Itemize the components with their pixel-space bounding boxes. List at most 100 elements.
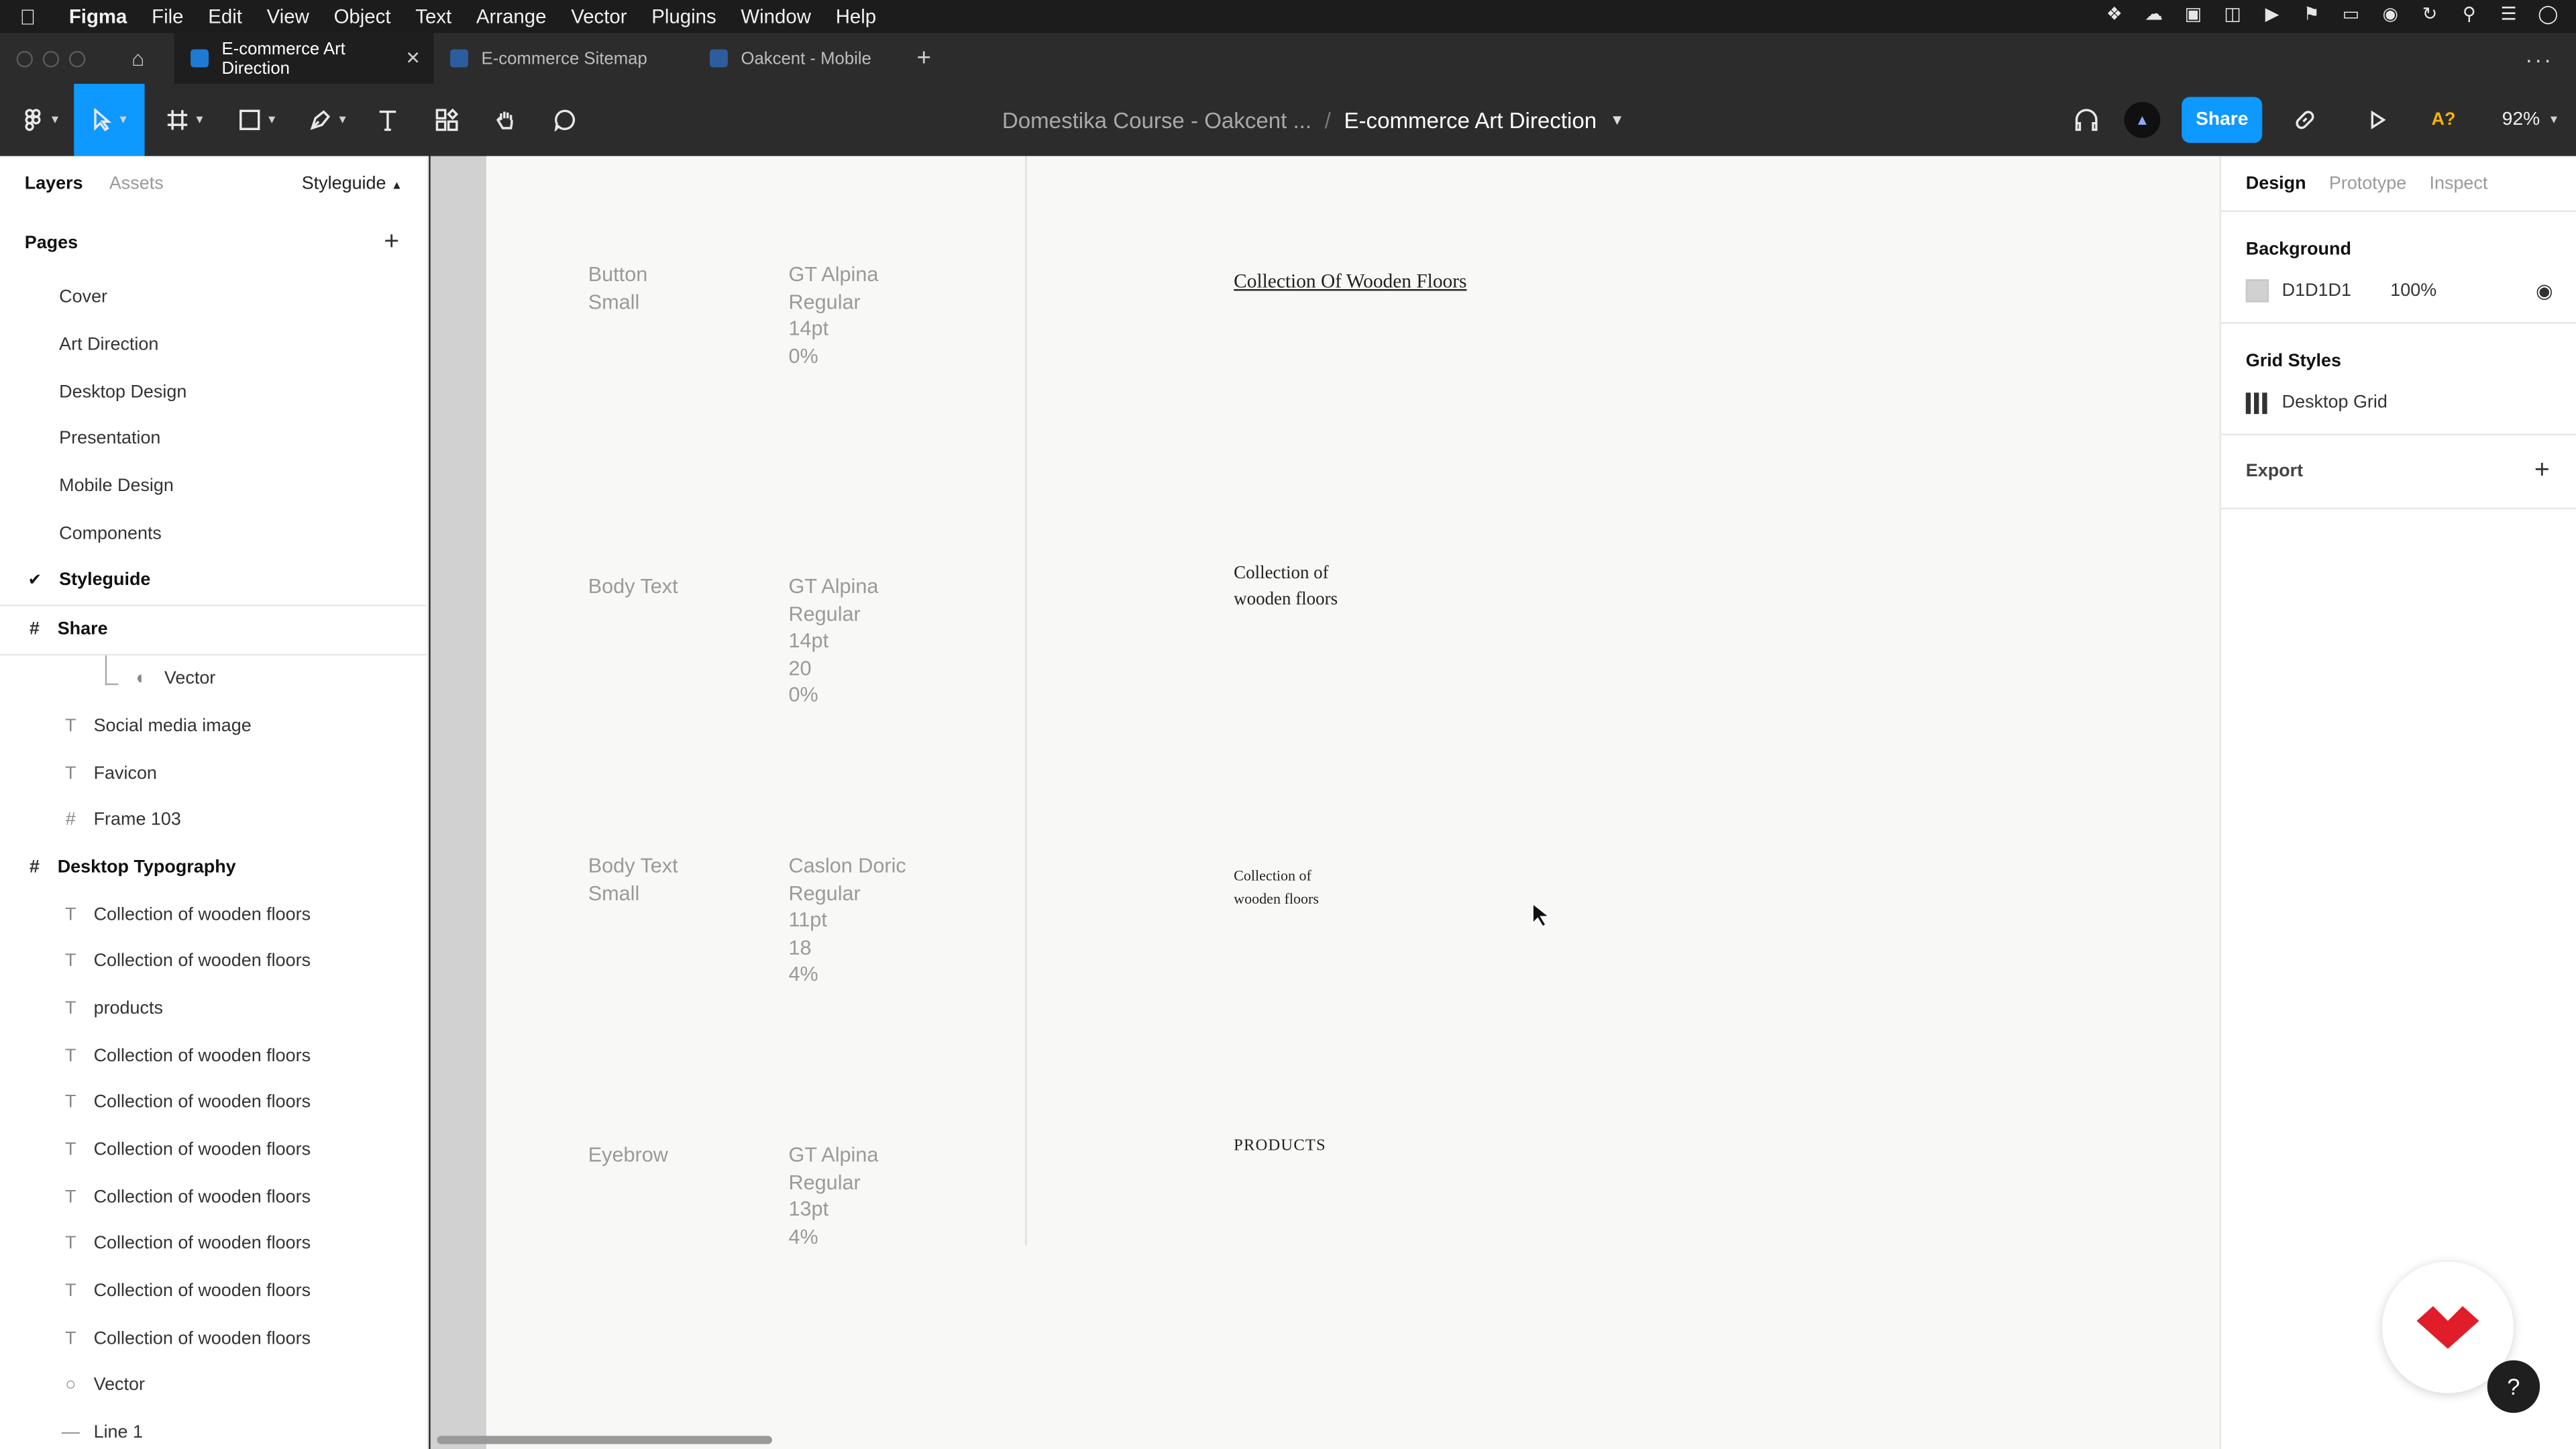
menu-view[interactable]: View: [267, 5, 309, 28]
canvas[interactable]: Button Small GT Alpina Regular 14pt 0% C…: [430, 156, 2220, 1449]
tab-assets[interactable]: Assets: [109, 174, 164, 194]
page-item-components[interactable]: Components: [0, 510, 427, 557]
layer-item[interactable]: # Frame 103: [0, 796, 427, 843]
export-row[interactable]: Export +: [2221, 435, 2576, 508]
spec-label-eyebrow[interactable]: Eyebrow: [588, 1142, 668, 1169]
siri-icon[interactable]: ◯: [2536, 3, 2559, 26]
text-tool-button[interactable]: [368, 84, 408, 156]
layer-item[interactable]: ○ Vector: [0, 1362, 427, 1409]
page-selector[interactable]: Styleguide ▲: [302, 174, 402, 194]
spec-values-button-small[interactable]: GT Alpina Regular 14pt 0%: [789, 261, 879, 370]
layer-frame[interactable]: # Desktop Typography: [0, 844, 427, 891]
tab-inspect[interactable]: Inspect: [2430, 173, 2488, 193]
menu-object[interactable]: Object: [334, 5, 391, 28]
layer-item[interactable]: T Social media image: [0, 702, 427, 749]
menu-app-figma[interactable]: Figma: [69, 5, 127, 28]
spec-label-body-text[interactable]: Body Text: [588, 574, 678, 600]
screen-icon[interactable]: ▣: [2182, 3, 2204, 26]
add-page-icon[interactable]: +: [384, 228, 399, 258]
sample-body-text[interactable]: Collection of wooden floors: [1234, 560, 1338, 612]
layer-item[interactable]: T Favicon: [0, 749, 427, 796]
menu-help[interactable]: Help: [836, 5, 876, 28]
more-options-icon[interactable]: ···: [2525, 45, 2553, 71]
shape-tool-button[interactable]: ▼: [230, 84, 286, 156]
page-item-presentation[interactable]: Presentation: [0, 416, 427, 463]
minimize-window-button[interactable]: [42, 50, 60, 67]
layer-item[interactable]: T Collection of wooden floors: [0, 1268, 427, 1315]
menu-text[interactable]: Text: [415, 5, 451, 28]
menu-vector[interactable]: Vector: [571, 5, 627, 28]
page-item-mobile-design[interactable]: Mobile Design: [0, 463, 427, 510]
menu-edit[interactable]: Edit: [208, 5, 242, 28]
page-item-desktop-design[interactable]: Desktop Design: [0, 368, 427, 415]
breadcrumb-project[interactable]: Domestika Course - Oakcent ...: [1002, 107, 1311, 132]
layer-item[interactable]: T Collection of wooden floors: [0, 1173, 427, 1220]
add-export-icon[interactable]: +: [2534, 457, 2550, 486]
display-icon[interactable]: ◫: [2221, 3, 2244, 26]
menu-file[interactable]: File: [152, 5, 183, 28]
tab-oakcent-mobile[interactable]: Oakcent - Mobile: [693, 33, 910, 84]
close-window-button[interactable]: [16, 50, 33, 67]
missing-fonts-button[interactable]: A?: [2431, 84, 2455, 156]
apple-icon[interactable]: : [19, 4, 56, 29]
page-item-cover[interactable]: Cover: [0, 274, 427, 321]
share-button[interactable]: Share: [2182, 97, 2263, 144]
layer-item[interactable]: T Collection of wooden floors: [0, 1315, 427, 1362]
menu-plugins[interactable]: Plugins: [651, 5, 716, 28]
chevron-down-icon[interactable]: ▼: [1610, 112, 1625, 128]
menu-window[interactable]: Window: [741, 5, 811, 28]
tab-ecommerce-art-direction[interactable]: E-commerce Art Direction ✕: [174, 32, 434, 84]
background-fill-row[interactable]: D1D1D1 100% ◉: [2221, 260, 2576, 322]
layer-item[interactable]: T Collection of wooden floors: [0, 891, 427, 938]
tab-prototype[interactable]: Prototype: [2329, 173, 2406, 193]
move-tool-button[interactable]: ▼: [74, 83, 145, 156]
layer-item[interactable]: T Collection of wooden floors: [0, 1032, 427, 1079]
close-tab-icon[interactable]: ✕: [405, 48, 421, 68]
home-icon[interactable]: ⌂: [118, 46, 158, 71]
page-item-art-direction[interactable]: Art Direction: [0, 321, 427, 368]
control-center-icon[interactable]: ☰: [2497, 3, 2520, 26]
horizontal-scrollbar[interactable]: [437, 1436, 773, 1444]
search-icon[interactable]: ⚲: [2458, 3, 2481, 26]
present-button[interactable]: [2357, 84, 2397, 156]
layer-item[interactable]: Tproducts: [0, 985, 427, 1032]
spec-values-eyebrow[interactable]: GT Alpina Regular 13pt 4%: [789, 1142, 879, 1250]
pen-tool-button[interactable]: ▼: [301, 84, 356, 156]
spec-values-body-text[interactable]: GT Alpina Regular 14pt 20 0%: [789, 574, 879, 709]
dropbox-icon[interactable]: ❖: [2103, 3, 2126, 26]
layer-item[interactable]: T Collection of wooden floors: [0, 1126, 427, 1173]
layer-item[interactable]: T Collection of wooden floors: [0, 1079, 427, 1126]
play-circle-icon[interactable]: ▶: [2261, 3, 2284, 26]
page-item-styleguide[interactable]: ✔ Styleguide: [0, 557, 427, 604]
grid-style-item[interactable]: Desktop Grid: [2221, 371, 2576, 433]
layer-item[interactable]: — Line 1: [0, 1409, 427, 1449]
copy-link-button[interactable]: [2286, 84, 2325, 156]
resources-button[interactable]: [427, 84, 467, 156]
eye-icon[interactable]: ◉: [2536, 279, 2553, 302]
flag-icon[interactable]: ⚑: [2300, 3, 2323, 26]
layer-item[interactable]: ◐ Vector: [0, 655, 427, 702]
tab-design[interactable]: Design: [2246, 173, 2306, 193]
layer-item[interactable]: T Collection of wooden floors: [0, 1221, 427, 1268]
spec-label-button-small[interactable]: Button Small: [588, 261, 648, 315]
battery-icon[interactable]: ▭: [2339, 3, 2362, 26]
menu-arrange[interactable]: Arrange: [476, 5, 547, 28]
breadcrumb-file[interactable]: E-commerce Art Direction: [1344, 107, 1597, 132]
spec-values-body-text-small[interactable]: Caslon Doric Regular 11pt 18 4%: [789, 853, 906, 988]
spec-label-body-text-small[interactable]: Body Text Small: [588, 853, 678, 907]
color-swatch[interactable]: [2245, 279, 2269, 303]
hand-tool-button[interactable]: [486, 84, 526, 156]
main-menu-button[interactable]: ▼: [10, 84, 72, 156]
tab-layers[interactable]: Layers: [25, 174, 83, 194]
help-button[interactable]: ?: [2487, 1360, 2540, 1413]
background-opacity-input[interactable]: 100%: [2390, 281, 2436, 301]
layer-frame[interactable]: # Share: [0, 606, 427, 655]
sample-body-text-small[interactable]: Collection of wooden floors: [1234, 864, 1319, 910]
avatar[interactable]: ▲: [2124, 101, 2161, 138]
user-icon[interactable]: ◉: [2379, 3, 2402, 26]
audio-button[interactable]: [2067, 84, 2106, 156]
tab-ecommerce-sitemap[interactable]: E-commerce Sitemap: [434, 33, 694, 84]
new-tab-icon[interactable]: +: [917, 44, 931, 72]
zoom-level[interactable]: 92% ▼: [2502, 84, 2560, 156]
desktop-typography-frame[interactable]: Button Small GT Alpina Regular 14pt 0% C…: [486, 156, 2220, 1449]
